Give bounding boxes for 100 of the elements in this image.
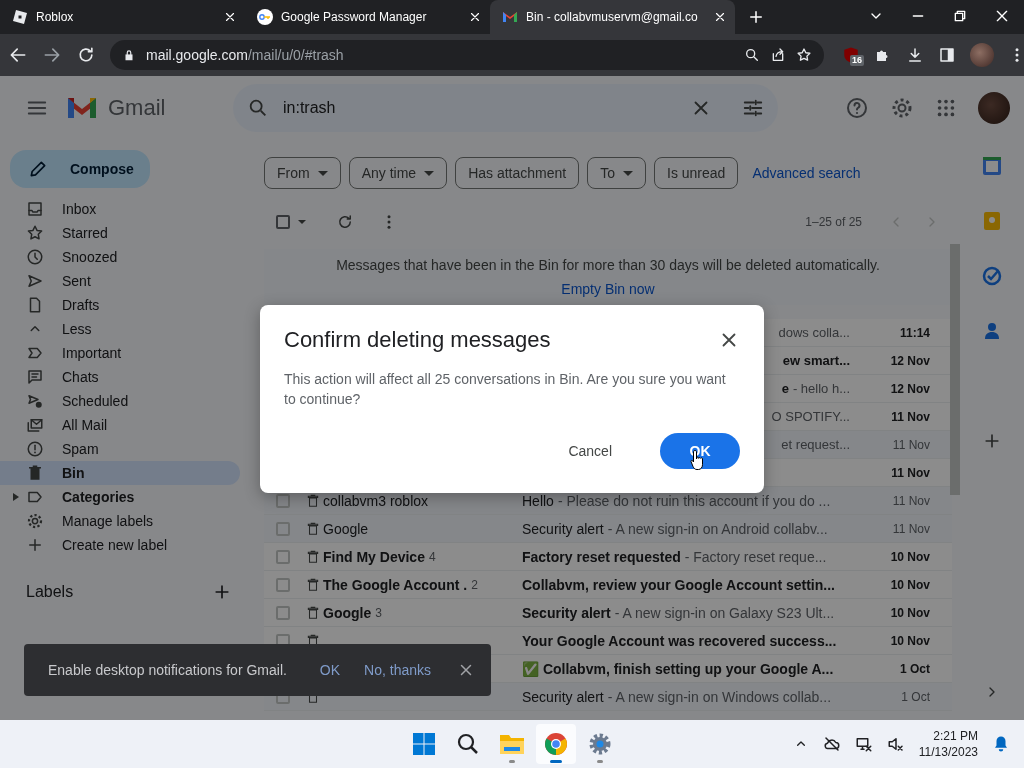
cloud-off-icon[interactable] [822,735,841,753]
bell-icon[interactable] [992,735,1010,753]
side-panel-icon[interactable] [938,46,956,64]
labels-heading: Labels [26,583,74,601]
running-indicator [597,760,603,763]
close-icon[interactable] [994,8,1010,24]
nav-item[interactable]: Important [0,341,240,365]
subject-text: Security alert [522,520,604,537]
nav-item[interactable]: Chats [0,365,240,389]
subject-text: ew smart... [782,353,850,368]
expand-caret-icon[interactable] [13,493,19,501]
snippet-text: - A new sign-in on Windows collab... [607,688,832,705]
snackbar-action[interactable]: OK [311,662,349,678]
dialog-title: Confirm deleting messages [284,327,551,353]
nav-item[interactable]: Manage labels [0,509,240,533]
trash-icon [306,605,320,620]
folder-icon [499,732,525,756]
date-text: 10 Nov [889,577,930,592]
message-row[interactable]: Google 3 Security alert - A new sign-in on Galaxy S23 Ult... 10 Nov [264,599,952,627]
nav-item[interactable]: Create new label [0,533,240,557]
search-field[interactable]: in:trash [233,84,778,132]
download-icon[interactable] [906,46,924,64]
empty-bin-link[interactable]: Empty Bin now [561,281,655,297]
running-indicator [509,760,515,763]
calendar-icon[interactable] [982,156,1002,176]
sender-name: The Google Account . [323,576,468,593]
nav-item[interactable]: Scheduled [0,389,240,413]
nav-item[interactable]: All Mail [0,413,240,437]
clock-time: 2:21 PM [933,728,978,744]
filter-chip[interactable]: From [264,157,341,189]
star-icon[interactable] [796,47,812,63]
cancel-button[interactable]: Cancel [544,433,636,469]
nav-item[interactable]: Starred [0,221,240,245]
pencil-icon [28,159,48,179]
volume-muted-icon[interactable] [886,735,905,753]
browser-tab[interactable]: Roblox [0,0,245,34]
filter-chip[interactable]: Has attachment [455,157,580,189]
browser-tab[interactable]: Bin - collabvmuservm@gmail.co [490,0,735,34]
message-row[interactable]: Find My Device 4 Factory reset requested - Factory reset reque... 10 Nov [264,543,952,571]
row-checkbox[interactable] [276,549,290,564]
nav-item[interactable]: Inbox [0,197,240,221]
nav-item[interactable]: Categories [0,485,240,509]
snackbar-action[interactable]: No, thanks [356,662,439,678]
nav-item[interactable]: Spam [0,437,240,461]
dropdown-caret-icon [317,170,328,176]
reload-icon[interactable] [76,45,96,65]
nav-item[interactable]: Bin [0,461,240,485]
tasks-icon[interactable] [982,266,1002,286]
filter-chip[interactable]: To [587,157,646,189]
envelope-m-icon [502,9,518,25]
subject-text: Security alert [522,688,604,705]
sender-name: Google [323,604,372,621]
taskbar-clock[interactable]: 2:21 PM 11/13/2023 [918,728,978,760]
key-icon [257,9,273,25]
share-icon[interactable] [770,47,786,63]
contact-icon[interactable] [982,321,1002,341]
advanced-search-link[interactable]: Advanced search [752,165,861,181]
address-bar[interactable]: mail.google.com/mail/u/0/#trash [110,40,824,70]
account-avatar[interactable] [978,92,1010,124]
help-icon[interactable] [845,96,869,120]
close-icon[interactable] [468,10,482,24]
message-row[interactable]: The Google Account . 2 Collabvm, review your Google Account settin... 10 Nov [264,571,952,599]
dropdown-caret-icon[interactable] [298,220,306,224]
snippet-text: - Please do not ruin this account if you do ... [557,492,831,509]
close-icon[interactable] [223,10,237,24]
nav-item[interactable]: Less [0,317,240,341]
bin-notice-text: Messages that have been in the Bin for more than 30 days will be deleted automatically. [336,257,880,273]
zoom-icon[interactable] [744,47,760,63]
row-checkbox[interactable] [276,577,290,592]
nav-item[interactable]: Sent [0,269,240,293]
compose-button[interactable]: Compose [10,150,150,188]
back-icon[interactable] [8,45,28,65]
envelope-m-icon[interactable] [66,96,98,120]
trash-icon [26,464,44,482]
nav-item[interactable]: Snoozed [0,245,240,269]
filter-chip[interactable]: Is unread [654,157,739,189]
nav-item[interactable]: Drafts [0,293,240,317]
dropdown-caret-icon [424,170,435,176]
refresh-icon[interactable] [336,213,354,231]
row-checkbox[interactable] [276,605,290,620]
forward-icon[interactable] [42,45,62,65]
subject-text: Collabvm, review your Google Account settin... [522,576,835,593]
subject-text: Your Google Account was recovered success... [522,632,837,649]
tune-icon[interactable] [742,97,764,119]
close-icon[interactable] [713,10,727,24]
thread-count: 3 [375,605,382,620]
network-icon[interactable] [854,735,873,753]
filter-chip[interactable]: Any time [348,157,448,189]
profile-avatar[interactable] [970,43,994,67]
row-checkbox[interactable] [276,521,290,536]
restore-icon[interactable] [952,8,968,24]
select-all-checkbox[interactable] [276,215,290,229]
search-icon[interactable] [247,97,269,119]
settings-icon[interactable] [890,96,914,120]
trash-icon [306,549,320,564]
apps-grid-icon[interactable] [935,97,957,119]
scrollbar[interactable] [950,244,960,495]
browser-tab[interactable]: Google Password Manager [245,0,490,34]
new-tab-icon[interactable] [747,8,765,26]
date-text: 10 Nov [889,605,930,620]
